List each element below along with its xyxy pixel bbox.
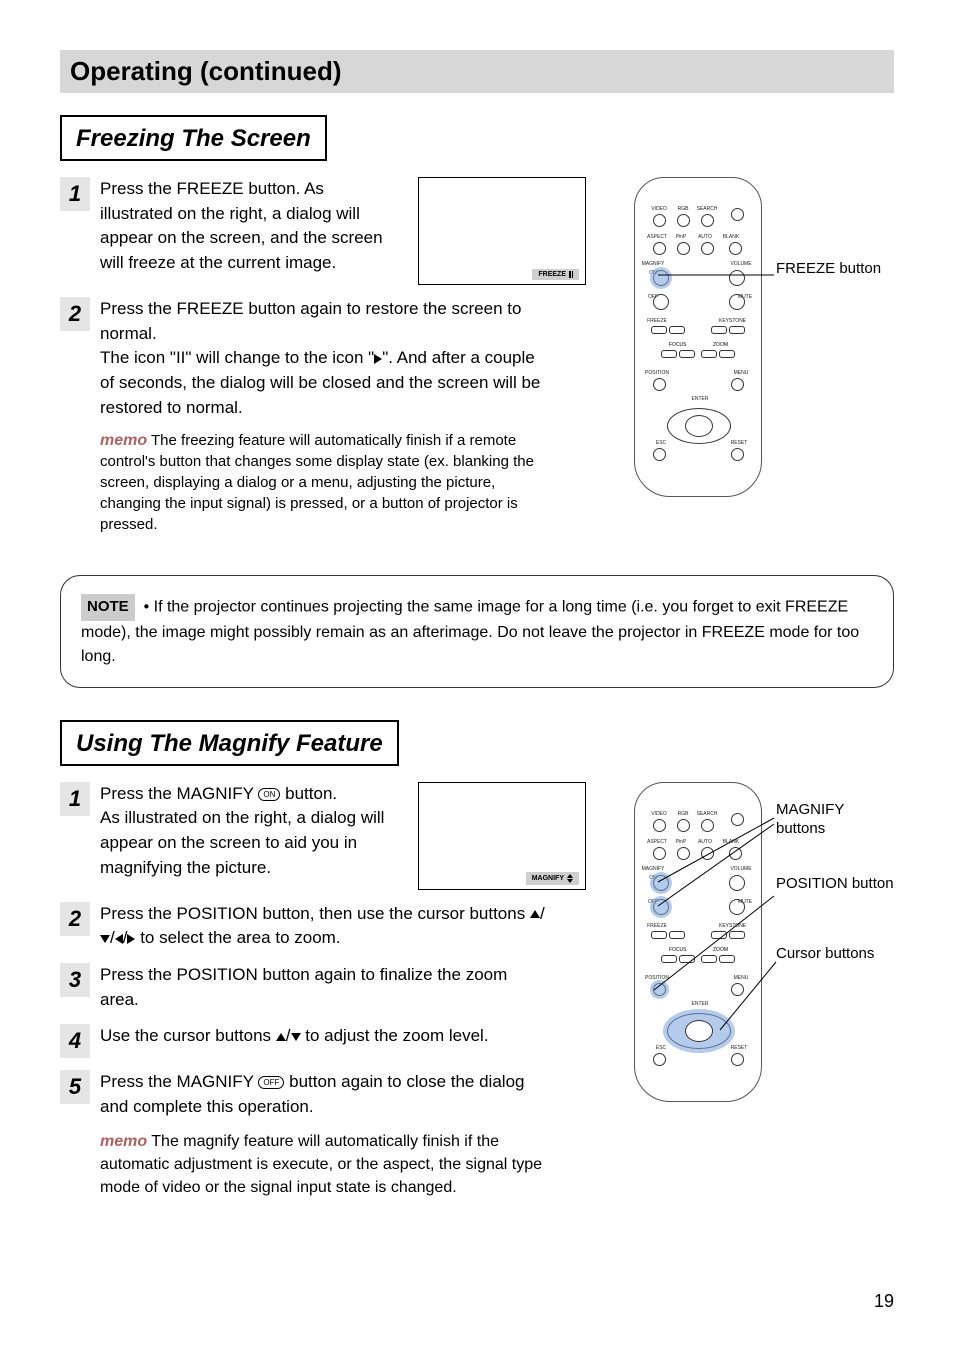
section-magnify-title: Using The Magnify Feature <box>60 720 399 766</box>
nav-pad: ENTER <box>666 398 732 454</box>
freeze-dialog-illustration: FREEZE <box>418 177 586 285</box>
step-num-m2: 2 <box>60 902 90 936</box>
step-num-m1: 1 <box>60 782 90 816</box>
step-num-2: 2 <box>60 297 90 331</box>
step1-text: Press the FREEZE button. As illustrated … <box>100 177 400 285</box>
step-m1-text: Press the MAGNIFY ON button. As illustra… <box>100 782 400 890</box>
step2-text-b: The icon "II" will change to the icon ""… <box>100 346 550 420</box>
step-num-1: 1 <box>60 177 90 211</box>
step-m5-text: Press the MAGNIFY OFF button again to cl… <box>100 1070 550 1119</box>
memo-block-1: memo The freezing feature will automatic… <box>100 430 550 535</box>
section-freezing-title: Freezing The Screen <box>60 115 327 161</box>
step-m2-text: Press the POSITION button, then use the … <box>100 902 550 951</box>
memo-label: memo <box>100 432 147 449</box>
step-num-m3: 3 <box>60 963 90 997</box>
note-label: NOTE <box>81 594 135 621</box>
remote-illustration-1: VIDEO RGB SEARCH ASPECT PinP AUTO BLANK … <box>624 177 894 497</box>
step-m3-text: Press the POSITION button again to final… <box>100 963 550 1012</box>
magnify-dialog-illustration: MAGNIFY <box>418 782 586 890</box>
memo-label-2: memo <box>100 1133 147 1150</box>
on-pill-icon: ON <box>258 788 280 801</box>
memo-text-2: The magnify feature will automatically f… <box>100 1133 542 1196</box>
arrow-down-icon <box>100 935 110 943</box>
cursor-buttons-callout: Cursor buttons <box>776 944 874 964</box>
memo-text-1: The freezing feature will automatically … <box>100 432 534 533</box>
note-box: NOTE • If the projector continues projec… <box>60 575 894 688</box>
freeze-indicator: FREEZE <box>532 269 579 280</box>
freeze-button-callout: FREEZE button <box>776 259 881 279</box>
page-title: Operating (continued) <box>60 50 894 93</box>
arrow-left-icon <box>115 934 123 944</box>
arrow-right-icon <box>127 934 135 944</box>
off-pill-icon: OFF <box>258 1076 284 1089</box>
magnify-indicator: MAGNIFY <box>526 872 579 885</box>
arrow-up-icon <box>276 1033 286 1041</box>
step2-text-a: Press the FREEZE button again to restore… <box>100 297 550 346</box>
position-button-callout: POSITION button <box>776 874 894 894</box>
magnify-indicator-label: MAGNIFY <box>532 875 564 882</box>
step-num-m4: 4 <box>60 1024 90 1058</box>
pause-icon <box>569 271 573 278</box>
memo-block-2: memo The magnify feature will automatica… <box>100 1130 550 1200</box>
step-num-m5: 5 <box>60 1070 90 1104</box>
magnify-buttons-callout: MAGNIFY buttons <box>776 800 894 839</box>
play-icon <box>374 354 382 364</box>
arrow-down-icon <box>291 1033 301 1041</box>
freeze-indicator-label: FREEZE <box>538 271 566 278</box>
updown-icon <box>567 874 573 883</box>
step-m4-text: Use the cursor buttons / to adjust the z… <box>100 1024 550 1049</box>
note-text: If the projector continues projecting th… <box>81 599 859 665</box>
arrow-up-icon <box>530 910 540 918</box>
remote-illustration-2: VIDEO RGB SEARCH ASPECT PinP AUTO BLANK … <box>624 782 894 1102</box>
page-number: 19 <box>874 1291 894 1312</box>
